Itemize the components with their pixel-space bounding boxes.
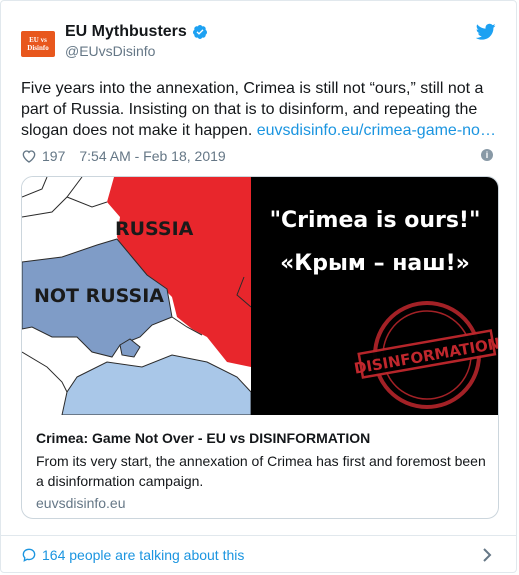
avatar-text-line2: Disinfo: [27, 44, 49, 52]
card-image: RUSSIA NOT RUSSIA "Crimea is ours!" «Кры…: [22, 177, 498, 415]
twitter-bird-icon[interactable]: [476, 23, 496, 41]
card-title[interactable]: Crimea: Game Not Over - EU vs DISINFORMA…: [36, 429, 486, 447]
tweet-embed: EU vs Disinfo EU Mythbusters @EUvsDisinf…: [0, 0, 517, 573]
card-description: From its very start, the annexation of C…: [36, 453, 486, 489]
heart-icon[interactable]: [21, 148, 37, 164]
speech-bubble-icon: [22, 548, 36, 562]
link-card[interactable]: RUSSIA NOT RUSSIA "Crimea is ours!" «Кры…: [21, 176, 499, 519]
info-icon[interactable]: i: [481, 149, 493, 161]
timestamp[interactable]: 7:54 AM - Feb 18, 2019: [79, 148, 225, 164]
display-name-text: EU Mythbusters: [65, 23, 187, 40]
quote-line-2: «Крым – наш!»: [280, 251, 470, 276]
tweet-header: EU vs Disinfo EU Mythbusters @EUvsDisinf…: [21, 21, 496, 63]
chevron-right-icon[interactable]: [482, 547, 492, 563]
verified-badge-icon: [192, 25, 207, 39]
map-label-not-russia: NOT RUSSIA: [34, 285, 164, 307]
author-handle[interactable]: @EUvsDisinfo: [65, 43, 208, 59]
like-count[interactable]: 197: [42, 148, 65, 164]
map-label-russia: RUSSIA: [115, 218, 194, 240]
author-names: EU Mythbusters @EUvsDisinfo: [65, 23, 208, 59]
conversation-footer[interactable]: 164 people are talking about this: [21, 544, 496, 566]
card-domain: euvsdisinfo.eu: [36, 495, 126, 511]
footer-divider: [1, 535, 516, 536]
author-display-name[interactable]: EU Mythbusters: [65, 23, 208, 41]
talking-about-text[interactable]: 164 people are talking about this: [42, 547, 244, 563]
avatar-text-line1: EU vs: [29, 36, 47, 44]
tweet-text: Five years into the annexation, Crimea i…: [21, 78, 498, 141]
avatar[interactable]: EU vs Disinfo: [21, 31, 55, 57]
quote-line-1: "Crimea is ours!": [270, 208, 481, 233]
tweet-link[interactable]: euvsdisinfo.eu/crimea-game-no…: [257, 122, 496, 139]
tweet-meta: 197 7:54 AM - Feb 18, 2019 i: [21, 146, 496, 166]
card-body: Crimea: Game Not Over - EU vs DISINFORMA…: [36, 429, 486, 511]
